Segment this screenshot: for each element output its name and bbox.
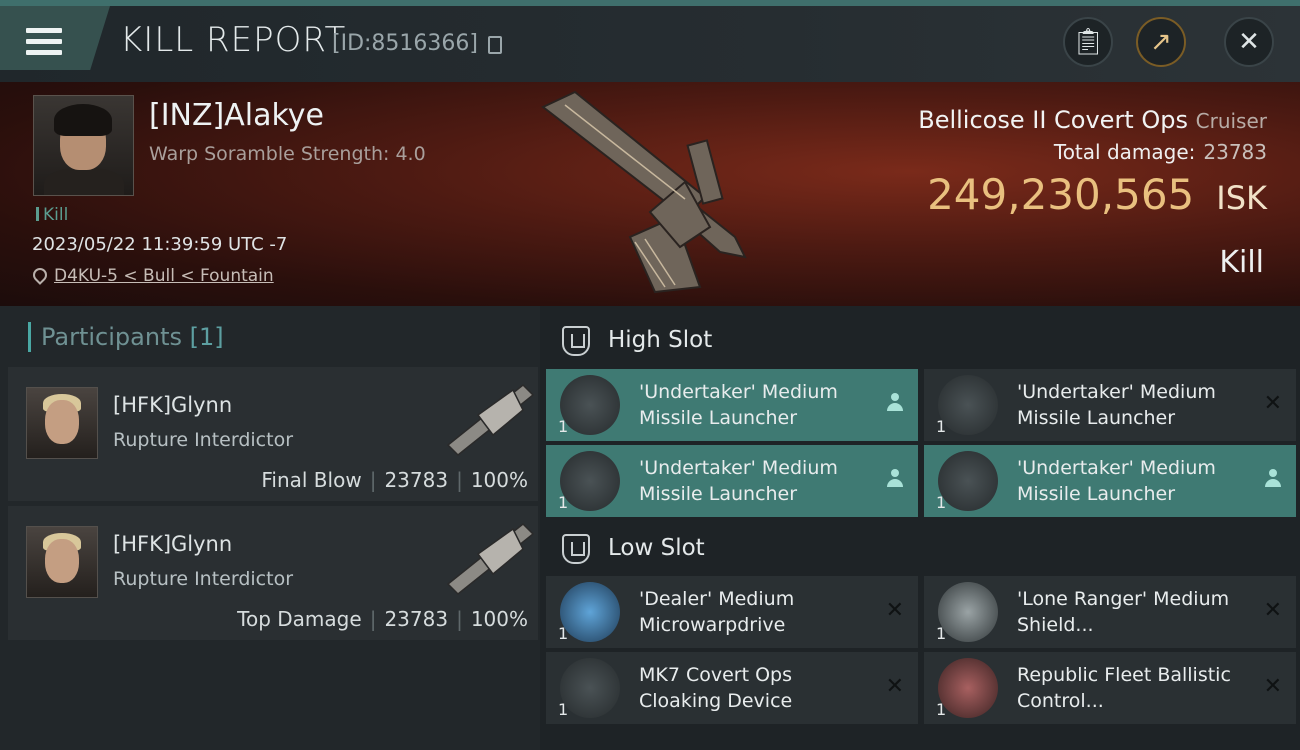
ship-class: Cruiser <box>1195 109 1267 133</box>
module-name: 'Dealer' Medium Microwarpdrive <box>639 588 795 636</box>
victim-avatar[interactable] <box>33 95 134 196</box>
destroyed-icon: ✕ <box>885 674 904 699</box>
missile-launcher-icon <box>938 451 998 511</box>
module-item[interactable]: 1 'Dealer' Medium Microwarpdrive ✕ <box>546 576 918 648</box>
report-id: [ID:8516366] <box>332 31 478 56</box>
missile-launcher-icon <box>938 375 998 435</box>
low-slot-header: Low Slot <box>562 528 705 568</box>
participants-header: Participants [1] <box>28 322 224 352</box>
destroyed-icon: ✕ <box>885 598 904 623</box>
result-label: Kill <box>1219 245 1264 280</box>
clipboard-icon: 📋︎ <box>1071 27 1105 57</box>
module-name: 'Undertaker' Medium Missile Launcher <box>639 381 838 429</box>
module-item[interactable]: 1 'Undertaker' Medium Missile Launcher <box>924 445 1296 517</box>
kill-tag: Kill <box>36 205 68 225</box>
total-damage: Total damage: 23783 <box>1053 140 1267 164</box>
high-slot-icon <box>562 325 590 356</box>
microwarpdrive-icon <box>560 582 620 642</box>
clipboard-button[interactable]: 📋︎ <box>1063 17 1113 67</box>
ship-image <box>541 90 747 294</box>
module-name: 'Lone Ranger' Medium Shield... <box>1017 588 1230 636</box>
missile-launcher-icon <box>560 451 620 511</box>
warp-scramble-strength: Warp Soramble Strength: 4.0 <box>149 143 426 165</box>
share-button[interactable]: ↗ <box>1136 17 1186 67</box>
close-button[interactable]: ✕ <box>1224 17 1274 67</box>
module-item[interactable]: 1 Republic Fleet Ballistic Control... ✕ <box>924 652 1296 724</box>
participant-ship: Rupture Interdictor <box>113 568 293 590</box>
shield-icon <box>938 582 998 642</box>
module-name: Republic Fleet Ballistic Control... <box>1017 664 1231 712</box>
page-title: KILL REPORT <box>120 20 347 60</box>
share-icon: ↗ <box>1150 27 1172 57</box>
destroyed-icon: ✕ <box>1263 674 1282 699</box>
module-item[interactable]: 1 'Undertaker' Medium Missile Launcher ✕ <box>924 369 1296 441</box>
participant-name: [HFK]Glynn <box>113 393 233 417</box>
module-name: MK7 Covert Ops Cloaking Device <box>639 664 793 712</box>
pilot-icon <box>1265 469 1281 489</box>
participant-ship-image <box>446 522 535 596</box>
participant-avatar <box>26 387 98 459</box>
copy-icon[interactable] <box>488 36 502 54</box>
destroyed-icon: ✕ <box>1263 598 1282 623</box>
participant-ship: Rupture Interdictor <box>113 429 293 451</box>
module-name: 'Undertaker' Medium Missile Launcher <box>639 457 838 505</box>
module-name: 'Undertaker' Medium Missile Launcher <box>1017 381 1216 429</box>
participant-avatar <box>26 526 98 598</box>
module-item[interactable]: 1 'Undertaker' Medium Missile Launcher <box>546 369 918 441</box>
module-name: 'Undertaker' Medium Missile Launcher <box>1017 457 1216 505</box>
participant-name: [HFK]Glynn <box>113 532 233 556</box>
isk-value: 249,230,565 ISK <box>927 170 1267 219</box>
participant-card[interactable]: [HFK]Glynn Rupture Interdictor Final Blo… <box>8 367 538 501</box>
module-item[interactable]: 1 MK7 Covert Ops Cloaking Device ✕ <box>546 652 918 724</box>
participant-stats: Final Blow | 23783 | 100% <box>261 468 528 492</box>
victim-ship[interactable]: Bellicose II Covert Ops Cruiser <box>918 106 1267 134</box>
hamburger-icon <box>26 28 62 56</box>
close-icon: ✕ <box>1238 27 1260 57</box>
cloaking-device-icon <box>560 658 620 718</box>
participant-stats: Top Damage | 23783 | 100% <box>237 607 528 631</box>
pilot-icon <box>887 469 903 489</box>
high-slot-header: High Slot <box>562 320 712 360</box>
module-item[interactable]: 1 'Undertaker' Medium Missile Launcher <box>546 445 918 517</box>
low-slot-icon <box>562 533 590 564</box>
missile-launcher-icon <box>560 375 620 435</box>
ballistic-control-icon <box>938 658 998 718</box>
victim-name[interactable]: [INZ]Alakye <box>149 98 324 133</box>
pilot-icon <box>887 393 903 413</box>
module-item[interactable]: 1 'Lone Ranger' Medium Shield... ✕ <box>924 576 1296 648</box>
destroyed-icon: ✕ <box>1263 391 1282 416</box>
participant-ship-image <box>446 383 535 457</box>
kill-datetime: 2023/05/22 11:39:59 UTC -7 <box>32 234 288 255</box>
location-link[interactable]: D4KU-5 < Bull < Fountain <box>54 266 274 286</box>
participant-card[interactable]: [HFK]Glynn Rupture Interdictor Top Damag… <box>8 506 538 640</box>
